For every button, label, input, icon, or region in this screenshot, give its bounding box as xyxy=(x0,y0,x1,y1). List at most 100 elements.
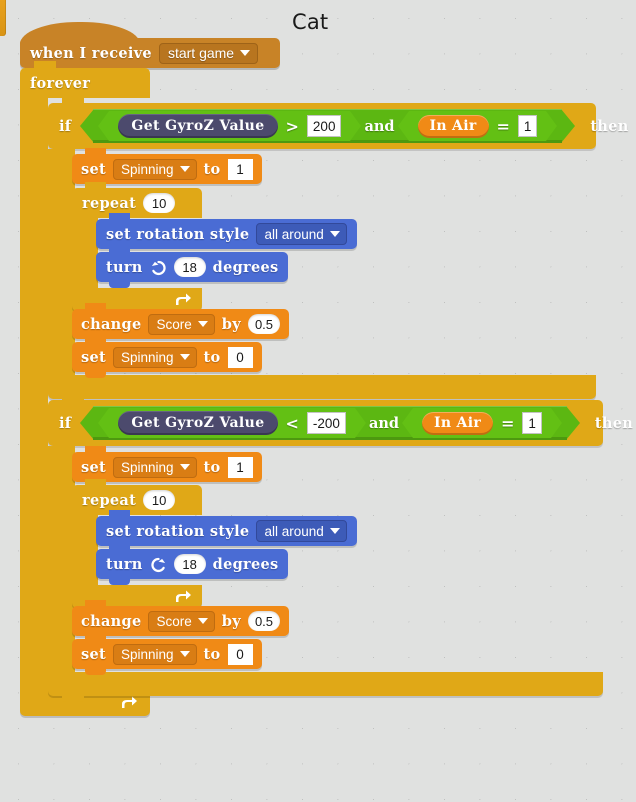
degrees-label-2: degrees xyxy=(212,555,279,573)
to-label-2b: to xyxy=(203,645,221,663)
repeat-1-header[interactable]: repeat 10 xyxy=(72,182,202,218)
by-label-1: by xyxy=(221,315,241,333)
then-1-label: then xyxy=(590,117,629,135)
in-air-label-1: In Air xyxy=(429,118,477,134)
in-air-variable-2[interactable]: In Air xyxy=(422,411,493,435)
rotation-style-dropdown-1[interactable]: all around xyxy=(256,223,347,245)
get-gyroz-value-reporter-2[interactable]: Get GyroZ Value xyxy=(118,411,278,435)
set-spinning-off-block-2[interactable]: set Spinning to 0 xyxy=(72,633,262,675)
comparison-operator-1: > xyxy=(285,116,299,136)
turn-block-1[interactable]: turn 18 degrees xyxy=(96,246,289,288)
rotation-style-value-1: all around xyxy=(264,226,324,242)
less-than-block-2[interactable]: Get GyroZ Value < -200 xyxy=(98,408,366,438)
turn-degrees-input-2[interactable]: 18 xyxy=(173,554,206,574)
in-air-label-2: In Air xyxy=(434,415,481,431)
chevron-down-icon xyxy=(179,651,190,657)
change-score-block-2[interactable]: change Score by 0.5 xyxy=(72,600,290,642)
turn-block-2[interactable]: turn 18 degrees xyxy=(96,543,289,585)
set-rotation-style-block-1[interactable]: set rotation style all around xyxy=(96,213,357,255)
and-operator-block-2[interactable]: Get GyroZ Value < -200 and In Air = 1 xyxy=(93,406,567,440)
when-i-receive-block[interactable]: when I receive start game xyxy=(20,22,280,74)
spinning-value-input-2[interactable]: 1 xyxy=(227,456,253,478)
spinning-variable-name-1: Spinning xyxy=(121,161,174,177)
hex-left-cap-2 xyxy=(80,406,95,440)
spinning-variable-dropdown-2b[interactable]: Spinning xyxy=(113,643,197,665)
hex-inner-left-cap-2 xyxy=(98,408,110,438)
hex-inner2-right-cap-1 xyxy=(546,111,558,141)
degrees-label-1: degrees xyxy=(212,258,279,276)
set-rotation-style-block-2[interactable]: set rotation style all around xyxy=(96,510,357,552)
equals-block-1[interactable]: In Air = 1 xyxy=(397,111,558,141)
chevron-down-icon xyxy=(329,231,340,237)
in-air-value-input-1[interactable]: 1 xyxy=(517,115,538,137)
set-spinning-block-1[interactable]: set Spinning to 1 xyxy=(72,148,262,190)
if-1-footer[interactable] xyxy=(48,375,596,405)
change-score-block-1[interactable]: change Score by 0.5 xyxy=(72,303,290,345)
if-2-header[interactable]: if Get GyroZ Value < -200 and In Air = 1… xyxy=(48,393,633,446)
get-gyroz-value-reporter-1[interactable]: Get GyroZ Value xyxy=(118,114,278,138)
repeat-label-1: repeat xyxy=(82,194,137,212)
chevron-down-icon xyxy=(240,50,251,56)
get-gyroz-value-label-2: Get GyroZ Value xyxy=(131,415,265,431)
hex-inner2-left-cap-2 xyxy=(402,408,414,438)
chevron-down-icon xyxy=(197,618,208,624)
hex-inner2-right-cap-2 xyxy=(550,408,562,438)
chevron-down-icon xyxy=(179,166,190,172)
chevron-down-icon xyxy=(197,321,208,327)
spinning-value-input-1[interactable]: 1 xyxy=(227,158,253,180)
spinning-value-input-2b[interactable]: 0 xyxy=(227,643,253,665)
score-variable-dropdown-2[interactable]: Score xyxy=(148,610,215,632)
turn-degrees-input-1[interactable]: 18 xyxy=(173,257,206,277)
change-label-1: change xyxy=(81,315,142,333)
score-delta-input-2[interactable]: 0.5 xyxy=(247,611,281,631)
spinning-variable-dropdown-2[interactable]: Spinning xyxy=(113,456,197,478)
threshold-input-1[interactable]: 200 xyxy=(306,115,342,137)
set-spinning-block-2[interactable]: set Spinning to 1 xyxy=(72,446,262,488)
spinning-value-input-1b[interactable]: 0 xyxy=(227,346,253,368)
spinning-variable-dropdown-1b[interactable]: Spinning xyxy=(113,346,197,368)
then-2-label: then xyxy=(594,414,634,432)
in-air-value-input-2[interactable]: 1 xyxy=(522,412,542,434)
if-2-footer[interactable] xyxy=(48,672,603,702)
repeat-count-input-2[interactable]: 10 xyxy=(143,490,176,510)
forever-header[interactable]: forever xyxy=(20,61,150,98)
if-2-label: if xyxy=(59,414,72,432)
equals-block-2[interactable]: In Air = 1 xyxy=(402,408,562,438)
set-label-2b: set xyxy=(81,645,106,663)
forever-left-arm xyxy=(20,98,48,703)
and-label-1: and xyxy=(364,117,395,135)
spinning-variable-name-2b: Spinning xyxy=(121,646,174,662)
loop-arrow-icon xyxy=(176,293,191,305)
spinning-variable-name-1b: Spinning xyxy=(121,349,174,365)
score-variable-dropdown-1[interactable]: Score xyxy=(148,313,215,335)
script-canvas[interactable]: Cat when I receive start game forever if xyxy=(0,0,636,802)
equals-operator-2: = xyxy=(501,413,515,433)
repeat-2-header[interactable]: repeat 10 xyxy=(72,479,202,515)
if-2-condition[interactable]: Get GyroZ Value < -200 and In Air = 1 xyxy=(80,406,580,440)
set-label-2: set xyxy=(81,458,106,476)
rotation-style-dropdown-2[interactable]: all around xyxy=(256,520,347,542)
if-1-condition[interactable]: Get GyroZ Value > 200 and In Air = 1 xyxy=(80,109,576,143)
score-variable-name-2: Score xyxy=(156,613,192,629)
hat-body[interactable]: when I receive start game xyxy=(20,38,280,74)
in-air-variable-1[interactable]: In Air xyxy=(417,114,489,138)
hex-inner-left-cap-1 xyxy=(98,111,110,141)
forever-block[interactable]: forever xyxy=(20,61,150,98)
to-label-1: to xyxy=(203,160,221,178)
spinning-variable-dropdown-1[interactable]: Spinning xyxy=(113,158,197,180)
by-label-2: by xyxy=(221,612,241,630)
set-label-1: set xyxy=(81,160,106,178)
if-1-header[interactable]: if Get GyroZ Value > 200 and In Air = 1 … xyxy=(48,96,628,149)
message-value: start game xyxy=(167,45,235,61)
score-variable-name-1: Score xyxy=(156,316,192,332)
and-label-2: and xyxy=(368,414,400,432)
hex-left-cap xyxy=(80,109,95,143)
threshold-input-2[interactable]: -200 xyxy=(306,412,346,434)
repeat-count-input-1[interactable]: 10 xyxy=(143,193,176,213)
greater-than-block-1[interactable]: Get GyroZ Value > 200 xyxy=(98,111,362,141)
spinning-variable-name-2: Spinning xyxy=(121,459,174,475)
set-spinning-off-block-1[interactable]: set Spinning to 0 xyxy=(72,336,262,378)
and-operator-block-1[interactable]: Get GyroZ Value > 200 and In Air = 1 xyxy=(93,109,563,143)
message-dropdown[interactable]: start game xyxy=(158,42,259,64)
score-delta-input-1[interactable]: 0.5 xyxy=(247,314,281,334)
